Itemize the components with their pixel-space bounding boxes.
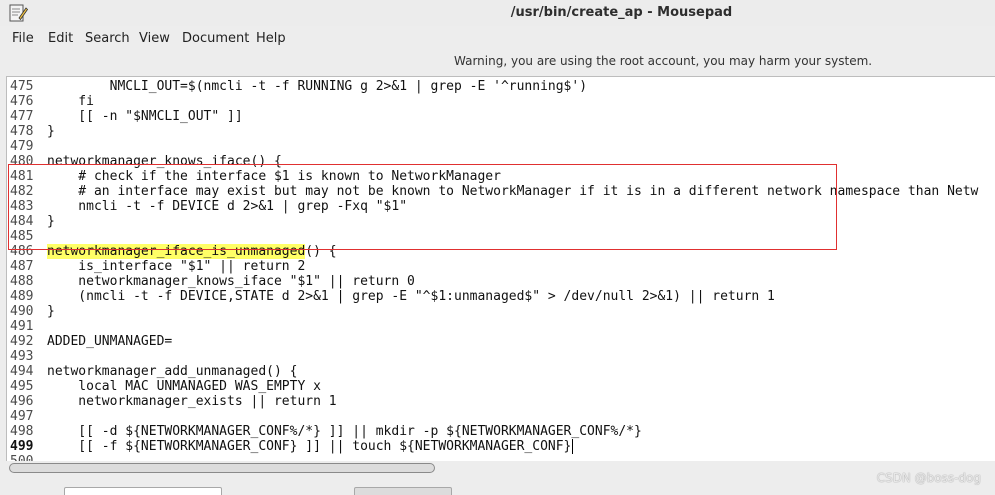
code-line[interactable]: 487 is_interface "$1" || return 2 [7,259,305,274]
line-number: 478 [10,124,34,139]
code-line[interactable]: 493 [7,349,47,364]
code-line[interactable]: 496 networkmanager_exists || return 1 [7,394,337,409]
line-number: 490 [10,304,34,319]
search-field[interactable] [64,487,222,495]
text-editor-area[interactable]: 475 NMCLI_OUT=$(nmcli -t -f RUNNING g 2>… [6,76,995,462]
code-line[interactable]: 476 fi [7,94,94,109]
code-line[interactable]: 485 [7,229,47,244]
line-number: 493 [10,349,34,364]
code-line[interactable]: 480 networkmanager_knows_iface() { [7,154,282,169]
line-number: 492 [10,334,34,349]
code-text: # check if the interface $1 is known to … [47,169,501,184]
text-cursor [572,439,574,454]
code-line[interactable]: 475 NMCLI_OUT=$(nmcli -t -f RUNNING g 2>… [7,79,587,94]
menu-edit[interactable]: Edit [48,31,73,46]
line-number: 475 [10,79,34,94]
code-line[interactable]: 495 local MAC UNMANAGED WAS_EMPTY x [7,379,321,394]
code-text: is_interface "$1" || return 2 [47,259,306,274]
line-number: 496 [10,394,34,409]
line-number: 494 [10,364,34,379]
line-number: 479 [10,139,34,154]
line-number: 484 [10,214,34,229]
code-text: networkmanager_add_unmanaged() { [47,364,298,379]
line-number: 482 [10,184,34,199]
line-number: 480 [10,154,34,169]
line-number: 498 [10,424,34,439]
code-line[interactable]: 482 # an interface may exist but may not… [7,184,978,199]
line-number: 489 [10,289,34,304]
line-number: 481 [10,169,34,184]
code-text: } [47,124,55,139]
line-number: 491 [10,319,34,334]
code-text: (nmcli -t -f DEVICE,STATE d 2>&1 | grep … [47,289,775,304]
code-text: [[ -n "$NMCLI_OUT" ]] [47,109,243,124]
code-line[interactable]: 497 [7,409,47,424]
code-line[interactable]: 484} [7,214,55,229]
code-line[interactable]: 491 [7,319,47,334]
root-warning-message: Warning, you are using the root account,… [454,54,873,68]
watermark: CSDN @boss-dog [876,471,981,485]
code-line[interactable]: 483 nmcli -t -f DEVICE d 2>&1 | grep -Fx… [7,199,407,214]
code-line[interactable]: 498 [[ -d ${NETWORKMANAGER_CONF%/*} ]] |… [7,424,642,439]
code-text: NMCLI_OUT=$(nmcli -t -f RUNNING g 2>&1 |… [47,79,588,94]
line-number: 485 [10,229,34,244]
menu-document[interactable]: Document [182,31,249,46]
line-number: 476 [10,94,34,109]
menu-search[interactable]: Search [85,31,130,46]
line-number: 495 [10,379,34,394]
tab-button[interactable] [354,487,452,495]
code-line[interactable]: 478} [7,124,55,139]
menu-help[interactable]: Help [256,31,286,46]
scrollbar-thumb[interactable] [9,463,435,473]
code-text: [[ -f ${NETWORKMANAGER_CONF} ]] || touch… [47,439,572,454]
code-line[interactable]: 486 networkmanager_iface_is_unmanaged() { [7,244,337,259]
line-number: 486 [10,244,34,259]
code-text: local MAC UNMANAGED WAS_EMPTY x [47,379,321,394]
code-line[interactable]: 492 ADDED_UNMANAGED= [7,334,172,349]
code-text: fi [47,94,94,109]
horizontal-scrollbar[interactable] [6,461,995,475]
code-text: () { [305,244,337,259]
line-number: 487 [10,259,34,274]
code-line[interactable]: 494 networkmanager_add_unmanaged() { [7,364,297,379]
code-text: nmcli -t -f DEVICE d 2>&1 | grep -Fxq "$… [47,199,408,214]
bottom-bar [0,476,995,495]
line-number: 499 [10,439,34,454]
menu-bar: File Edit Search View Document Help [0,26,995,50]
code-line[interactable]: 477 [[ -n "$NMCLI_OUT" ]] [7,109,243,124]
search-match-highlight: networkmanager_iface_is_unmanaged [47,244,306,259]
code-text: networkmanager_knows_iface "$1" || retur… [47,274,415,289]
code-text: [[ -d ${NETWORKMANAGER_CONF%/*} ]] || mk… [47,424,642,439]
line-number: 483 [10,199,34,214]
menu-file[interactable]: File [12,31,34,46]
code-line[interactable]: 488 networkmanager_knows_iface "$1" || r… [7,274,415,289]
title-bar: /usr/bin/create_ap - Mousepad [0,0,995,26]
code-text: } [47,214,55,229]
line-number: 488 [10,274,34,289]
line-number: 477 [10,109,34,124]
code-text: ADDED_UNMANAGED= [47,334,173,349]
menu-view[interactable]: View [139,31,170,46]
code-text: networkmanager_knows_iface() { [47,154,282,169]
code-text: networkmanager_exists || return 1 [47,394,337,409]
window-title: /usr/bin/create_ap - Mousepad [510,5,733,20]
code-text: } [47,304,55,319]
code-line[interactable]: 490} [7,304,55,319]
code-line[interactable]: 479 [7,139,47,154]
line-number: 497 [10,409,34,424]
code-line[interactable]: 481 # check if the interface $1 is known… [7,169,501,184]
code-line[interactable]: 489 (nmcli -t -f DEVICE,STATE d 2>&1 | g… [7,289,775,304]
code-text: # an interface may exist but may not be … [47,184,979,199]
code-line[interactable]: 499 [[ -f ${NETWORKMANAGER_CONF} ]] || t… [7,439,574,454]
